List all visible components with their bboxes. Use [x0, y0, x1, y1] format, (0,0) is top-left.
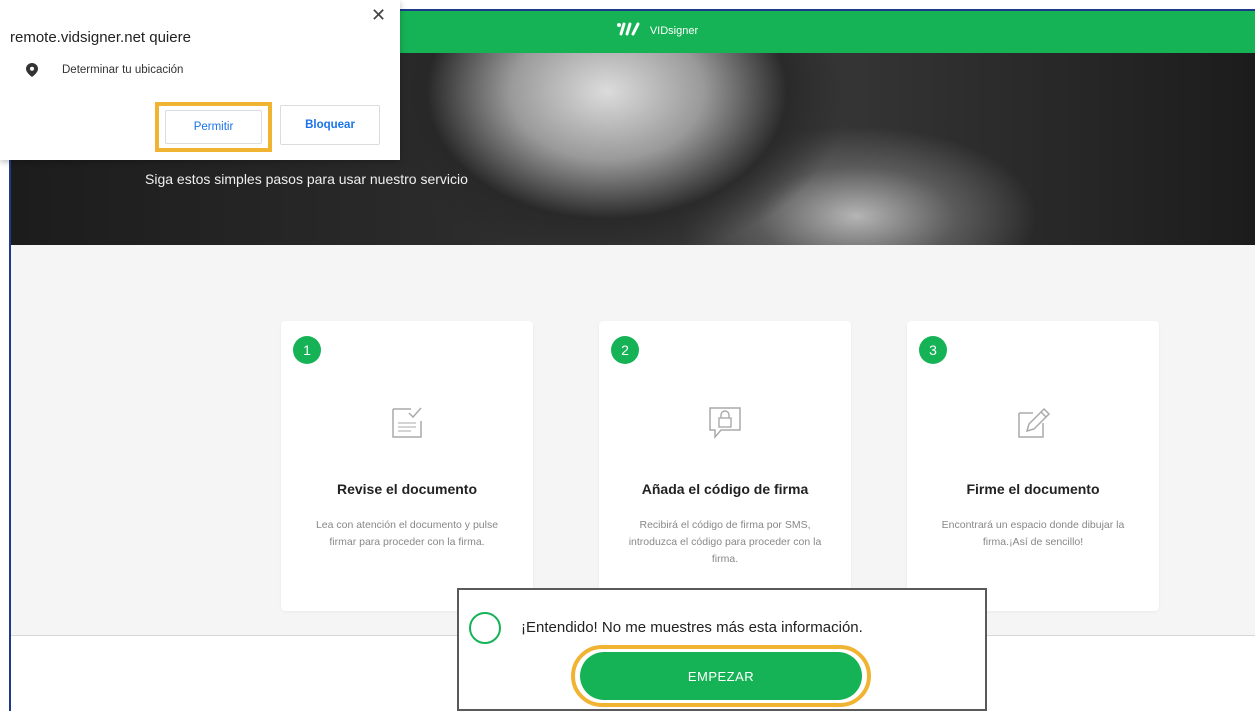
lock-message-icon — [705, 403, 745, 443]
location-permission-popup: ✕ remote.vidsigner.net quiere Determinar… — [0, 0, 400, 160]
step-number: 3 — [919, 336, 947, 364]
step-description: Lea con atención el documento y pulse fi… — [315, 519, 499, 548]
step-description: Encontrará un espacio donde dibujar la f… — [941, 519, 1125, 548]
allow-button-highlight: Permitir — [155, 102, 272, 152]
hero-subtitle: Siga estos simples pasos para usar nuest… — [145, 171, 468, 187]
dont-show-again-radio[interactable] — [469, 612, 501, 644]
brand-name: VIDsigner — [649, 25, 699, 37]
step-title: Añada el código de firma — [641, 481, 809, 497]
start-button-highlight: EMPEZAR — [571, 645, 871, 707]
pencil-sign-icon — [1013, 403, 1053, 443]
step-number: 2 — [611, 336, 639, 364]
document-check-icon — [387, 403, 427, 443]
permission-origin: remote.vidsigner.net quiere — [10, 29, 191, 46]
step-title: Firme el documento — [966, 481, 1100, 497]
vidsigner-logo-icon — [616, 22, 644, 40]
close-icon[interactable]: ✕ — [371, 6, 386, 24]
dont-show-again-label[interactable]: ¡Entendido! No me muestres más esta info… — [521, 619, 863, 636]
start-button[interactable]: EMPEZAR — [580, 652, 862, 700]
allow-button[interactable]: Permitir — [165, 110, 262, 144]
step-card-sign: 3 Firme el documento Encontrará un espac… — [907, 321, 1159, 611]
step-number: 1 — [293, 336, 321, 364]
step-description: Recibirá el código de firma por SMS, int… — [628, 519, 822, 565]
consent-panel: ¡Entendido! No me muestres más esta info… — [457, 588, 987, 711]
step-card-code: 2 Añada el código de firma Recibirá el c… — [599, 321, 851, 611]
block-button[interactable]: Bloquear — [280, 105, 380, 145]
brand-logo: VIDsigner — [616, 22, 698, 40]
permission-request: Determinar tu ubicación — [62, 64, 184, 76]
step-card-review: 1 Revise el documento Lea con atención e… — [281, 321, 533, 611]
step-title: Revise el documento — [336, 481, 478, 497]
location-pin-icon — [26, 63, 38, 82]
